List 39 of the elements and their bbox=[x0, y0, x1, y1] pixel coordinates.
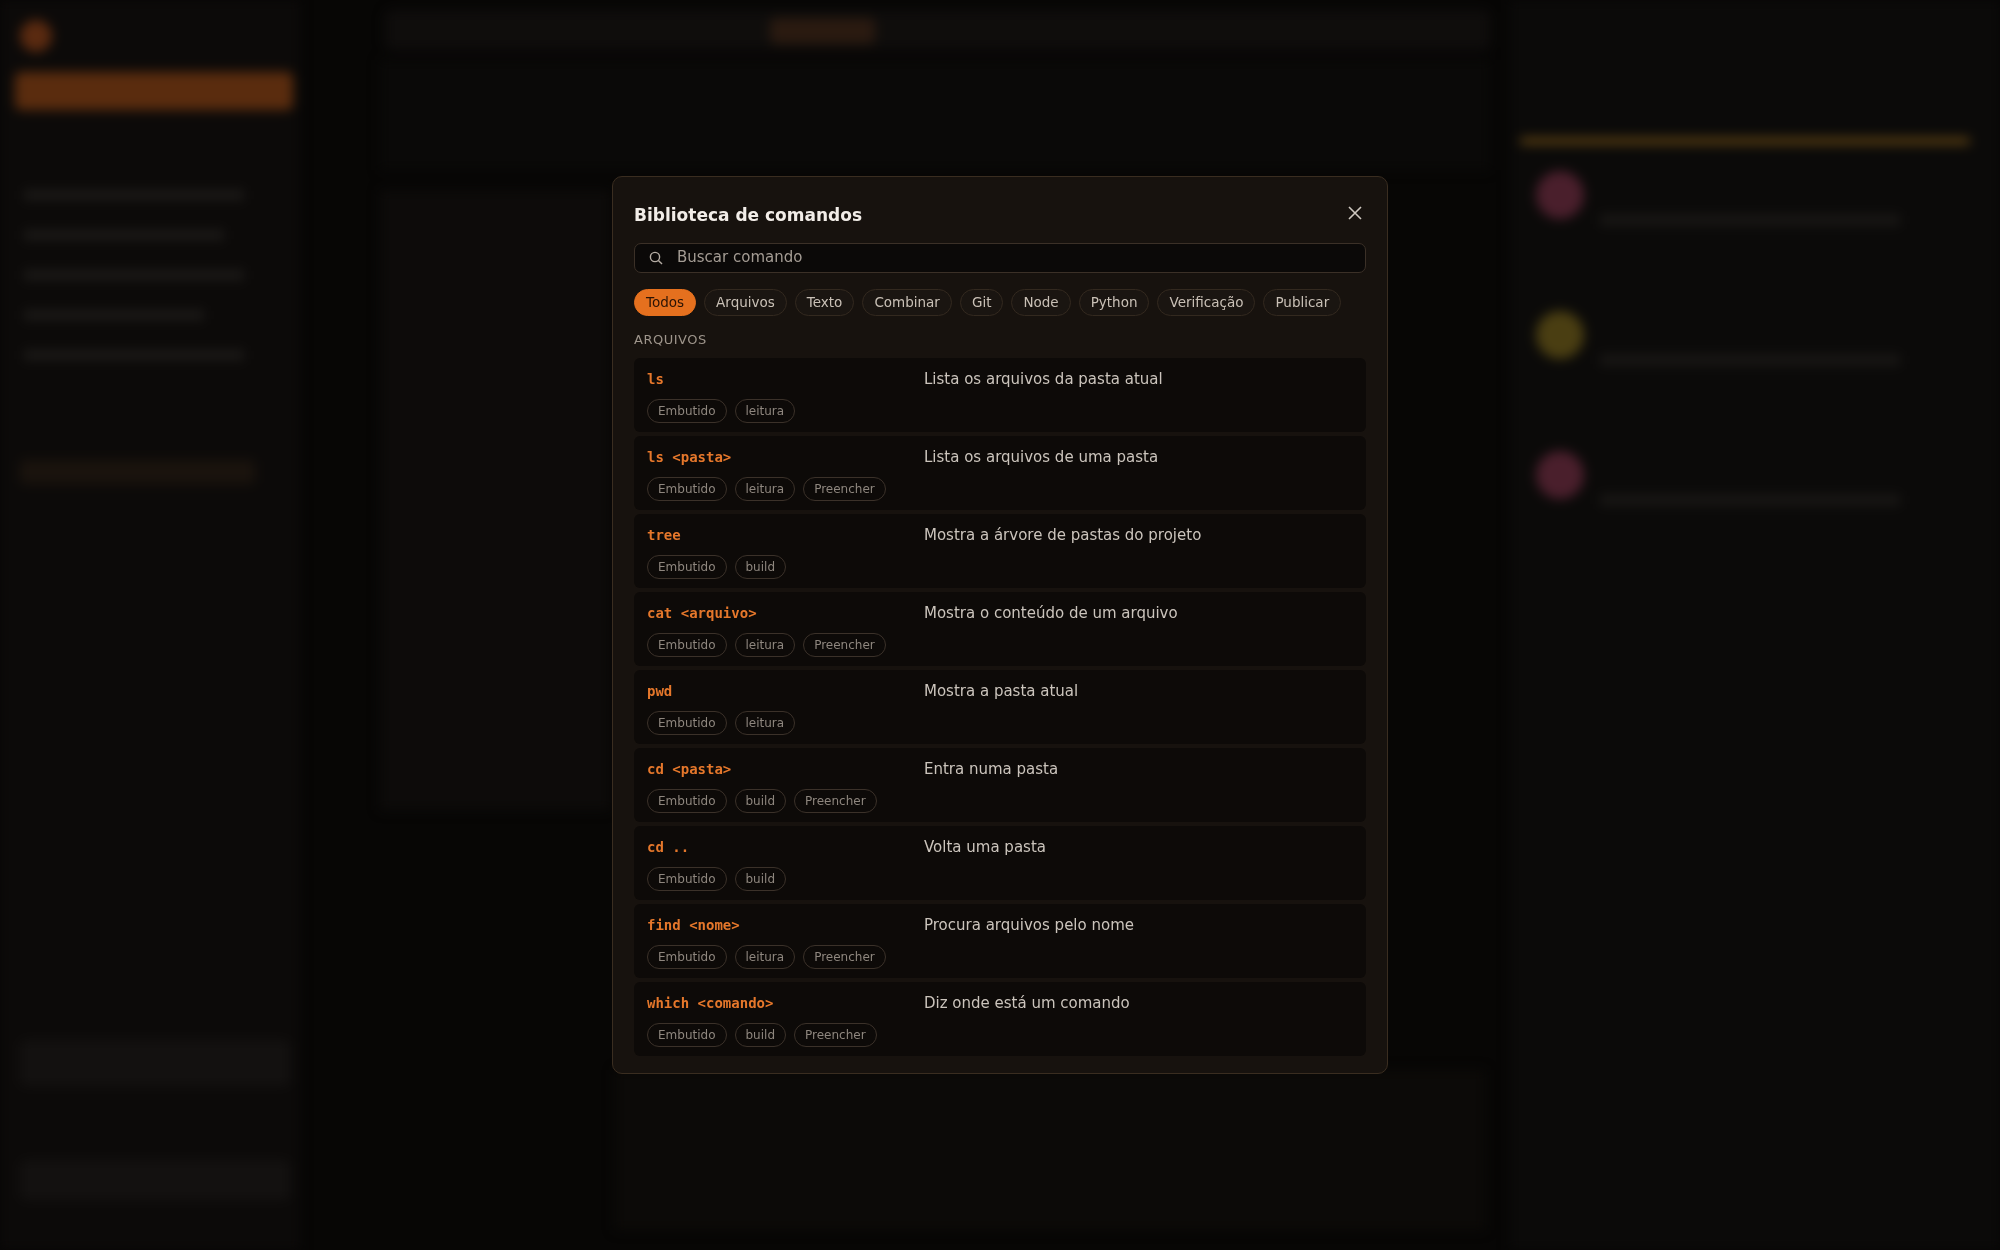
command-row[interactable]: ls Embutido leitura Lista os arquivos da pasta atual bbox=[634, 357, 1366, 432]
command-description: Mostra a pasta atual bbox=[924, 681, 1079, 700]
command-row[interactable]: find <nome> Embutido leitura Preencher Procura arquivos pelo nome bbox=[634, 903, 1366, 978]
command-row[interactable]: ls <pasta> Embutido leitura Preencher Lista os arquivos de uma pasta bbox=[634, 435, 1366, 510]
command-text: cd <pasta> bbox=[647, 760, 732, 777]
command-text: cat <arquivo> bbox=[647, 604, 757, 621]
dialog-title: Biblioteca de comandos bbox=[634, 204, 863, 227]
command-text: find <nome> bbox=[647, 916, 740, 933]
filter-chip[interactable]: Publicar bbox=[1263, 288, 1342, 317]
filter-chip[interactable]: Arquivos bbox=[704, 288, 787, 317]
filter-chip[interactable]: Python bbox=[1078, 288, 1150, 317]
command-row[interactable]: cd .. Embutido build Volta uma pasta bbox=[634, 825, 1366, 900]
command-description: Volta uma pasta bbox=[924, 837, 1046, 856]
command-text: tree bbox=[647, 526, 681, 543]
command-row[interactable]: which <comando> Embutido build Preencher Diz onde está um comando bbox=[634, 981, 1366, 1056]
command-description: Lista os arquivos de uma pasta bbox=[924, 447, 1159, 466]
command-description: Entra numa pasta bbox=[924, 759, 1059, 778]
command-description: Mostra a árvore de pastas do projeto bbox=[924, 525, 1202, 544]
command-text: ls bbox=[647, 370, 664, 387]
command-text: which <comando> bbox=[647, 994, 774, 1011]
command-text: ls <pasta> bbox=[647, 448, 732, 465]
filter-chip[interactable]: Node bbox=[1011, 288, 1071, 317]
command-description: Diz onde está um comando bbox=[924, 993, 1130, 1012]
filter-chip[interactable]: Todos bbox=[634, 288, 697, 317]
command-row[interactable]: cat <arquivo> Embutido leitura Preencher Mostra o conteúdo de um arquivo bbox=[634, 591, 1366, 666]
command-description: Lista os arquivos da pasta atual bbox=[924, 369, 1163, 388]
filter-chip[interactable]: Texto bbox=[794, 288, 855, 317]
command-description: Procura arquivos pelo nome bbox=[924, 915, 1134, 934]
filter-chip[interactable]: Combinar bbox=[862, 288, 952, 317]
section-heading: ARQUIVOS bbox=[634, 331, 708, 350]
command-text: cd .. bbox=[647, 838, 690, 855]
command-text: pwd bbox=[647, 682, 673, 699]
command-row[interactable]: pwd Embutido leitura Mostra a pasta atual bbox=[634, 669, 1366, 744]
filter-chip[interactable]: Verificação bbox=[1157, 288, 1256, 317]
command-row[interactable]: cd <pasta> Embutido build Preencher Entra numa pasta bbox=[634, 747, 1366, 822]
command-description: Mostra o conteúdo de um arquivo bbox=[924, 603, 1178, 622]
filter-chip[interactable]: Git bbox=[959, 288, 1004, 317]
search-icon bbox=[649, 250, 663, 265]
command-row[interactable]: tree Embutido build Mostra a árvore de pastas do projeto bbox=[634, 513, 1366, 588]
